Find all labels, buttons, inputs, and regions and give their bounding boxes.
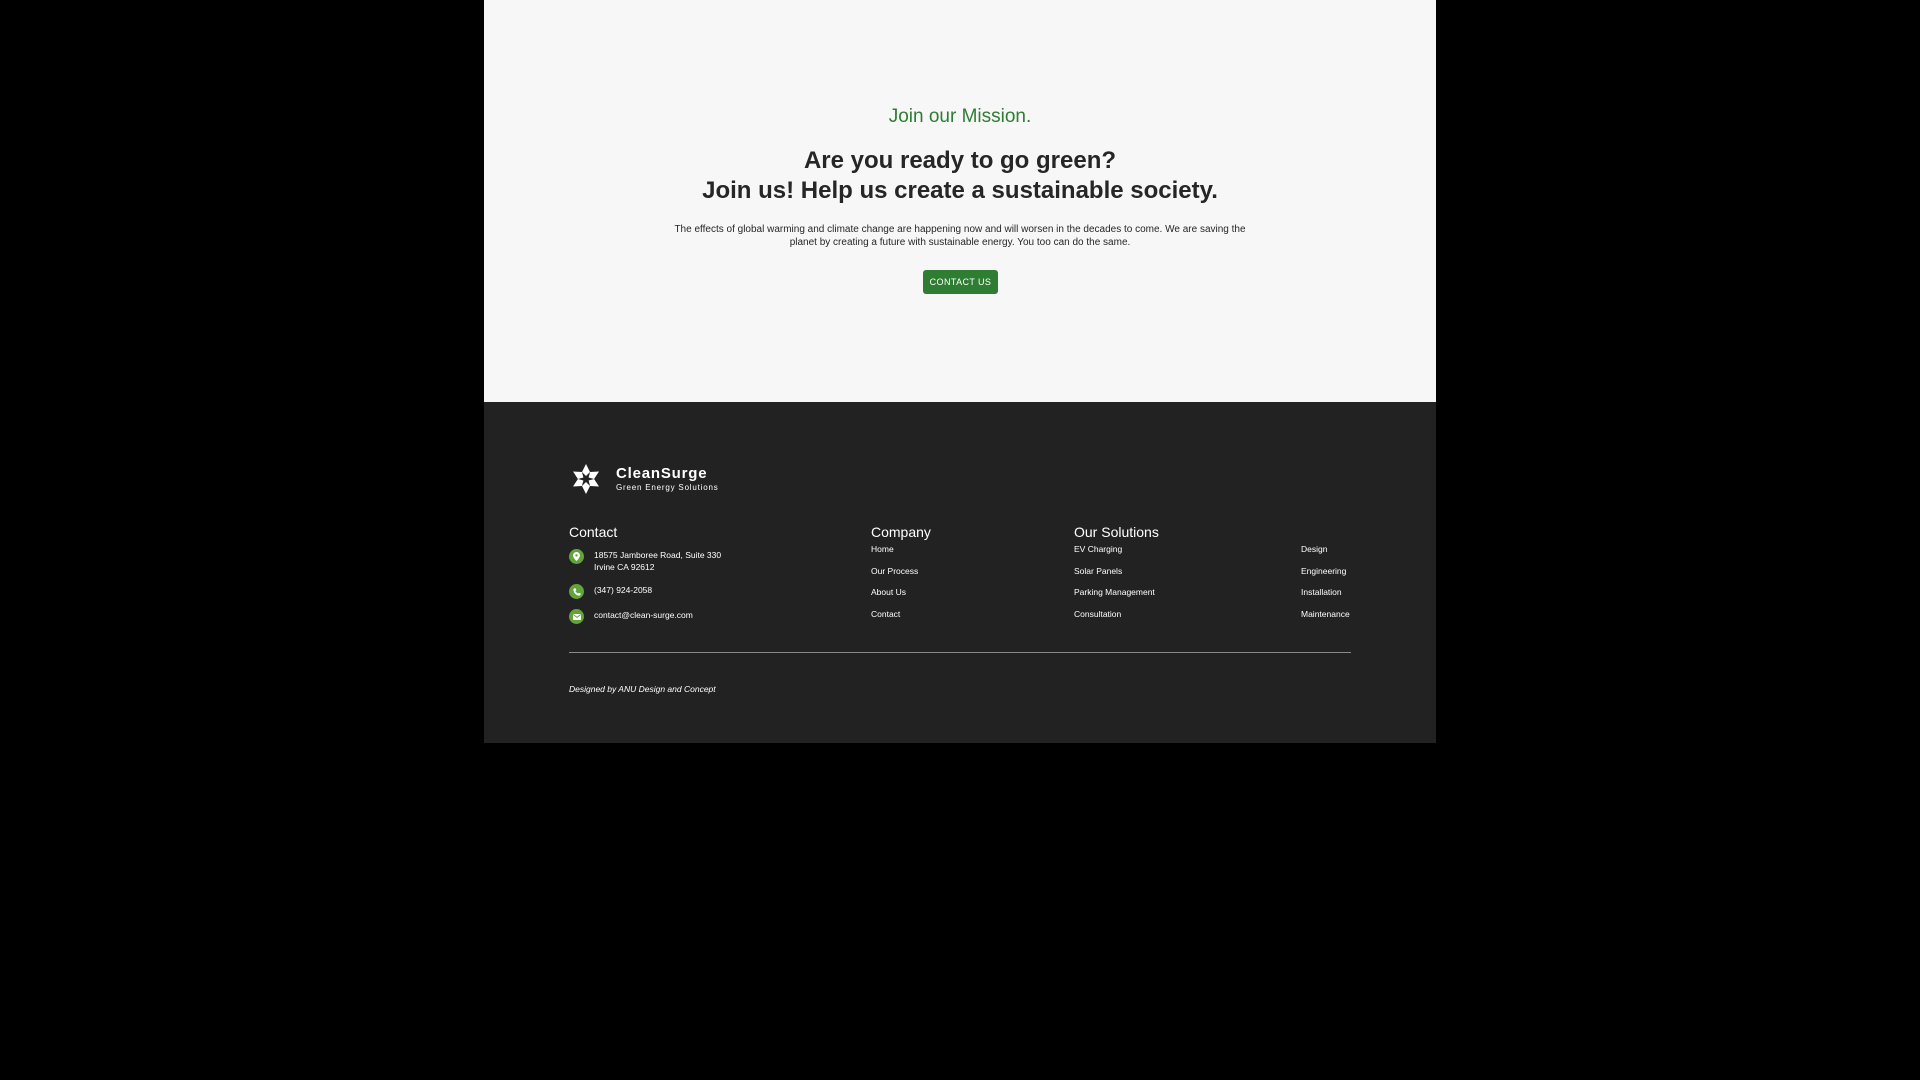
mission-description: The effects of global warming and climat… (674, 224, 1246, 248)
address-text: 18575 Jamboree Road, Suite 330 Irvine CA… (594, 549, 721, 573)
footer-link-consultation[interactable]: Consultation (1074, 608, 1155, 630)
address-line-2: Irvine CA 92612 (594, 562, 655, 572)
company-links: Home Our Process About Us Contact (871, 543, 918, 629)
footer-link-maintenance[interactable]: Maintenance (1301, 608, 1350, 630)
map-pin-icon (569, 549, 584, 564)
mission-section: Join our Mission. Are you ready to go gr… (484, 0, 1436, 402)
contact-email[interactable]: contact@clean-surge.com (569, 609, 693, 624)
address-line-1: 18575 Jamboree Road, Suite 330 (594, 550, 722, 560)
contact-phone[interactable]: (347) 924-2058 (569, 584, 652, 599)
site-footer: CleanSurge Green Energy Solutions Contac… (484, 402, 1436, 743)
footer-link-solar-panels[interactable]: Solar Panels (1074, 565, 1155, 587)
footer-link-parking-management[interactable]: Parking Management (1074, 586, 1155, 608)
headline-line-2: Join us! Help us create a sustainable so… (702, 177, 1218, 204)
footer-link-ev-charging[interactable]: EV Charging (1074, 543, 1155, 565)
page: Join our Mission. Are you ready to go gr… (484, 0, 1436, 743)
email-text: contact@clean-surge.com (594, 610, 693, 620)
mission-headline: Are you ready to go green? Join us! Help… (484, 146, 1436, 206)
solutions-heading: Our Solutions (1074, 524, 1159, 540)
logo-tagline: Green Energy Solutions (616, 482, 719, 492)
headline-line-1: Are you ready to go green? (803, 147, 1117, 174)
phone-icon (569, 584, 584, 599)
cleansurge-logo[interactable]: CleanSurge Green Energy Solutions (569, 462, 719, 496)
footer-link-design[interactable]: Design (1301, 543, 1350, 565)
design-credit: Designed by ANU Design and Concept (569, 684, 716, 694)
solutions-links-col2: Design Engineering Installation Maintena… (1301, 543, 1350, 629)
contact-address: 18575 Jamboree Road, Suite 330 Irvine CA… (569, 549, 721, 573)
contact-heading: Contact (569, 524, 618, 540)
mail-icon (569, 609, 584, 624)
footer-link-home[interactable]: Home (871, 543, 918, 565)
phone-text: (347) 924-2058 (594, 585, 653, 595)
company-heading: Company (871, 524, 931, 540)
footer-link-about-us[interactable]: About Us (871, 586, 918, 608)
footer-link-engineering[interactable]: Engineering (1301, 565, 1350, 587)
solutions-links-col1: EV Charging Solar Panels Parking Managem… (1074, 543, 1155, 629)
footer-divider (569, 652, 1351, 653)
contact-us-button[interactable]: CONTACT US (923, 270, 998, 294)
footer-link-installation[interactable]: Installation (1301, 586, 1350, 608)
mission-eyebrow: Join our Mission. (888, 106, 1032, 127)
footer-link-our-process[interactable]: Our Process (871, 565, 918, 587)
logo-text: CleanSurge Green Energy Solutions (616, 464, 719, 493)
logo-name: CleanSurge (616, 464, 708, 482)
logo-mark-icon (573, 464, 599, 494)
footer-link-contact[interactable]: Contact (871, 608, 918, 630)
